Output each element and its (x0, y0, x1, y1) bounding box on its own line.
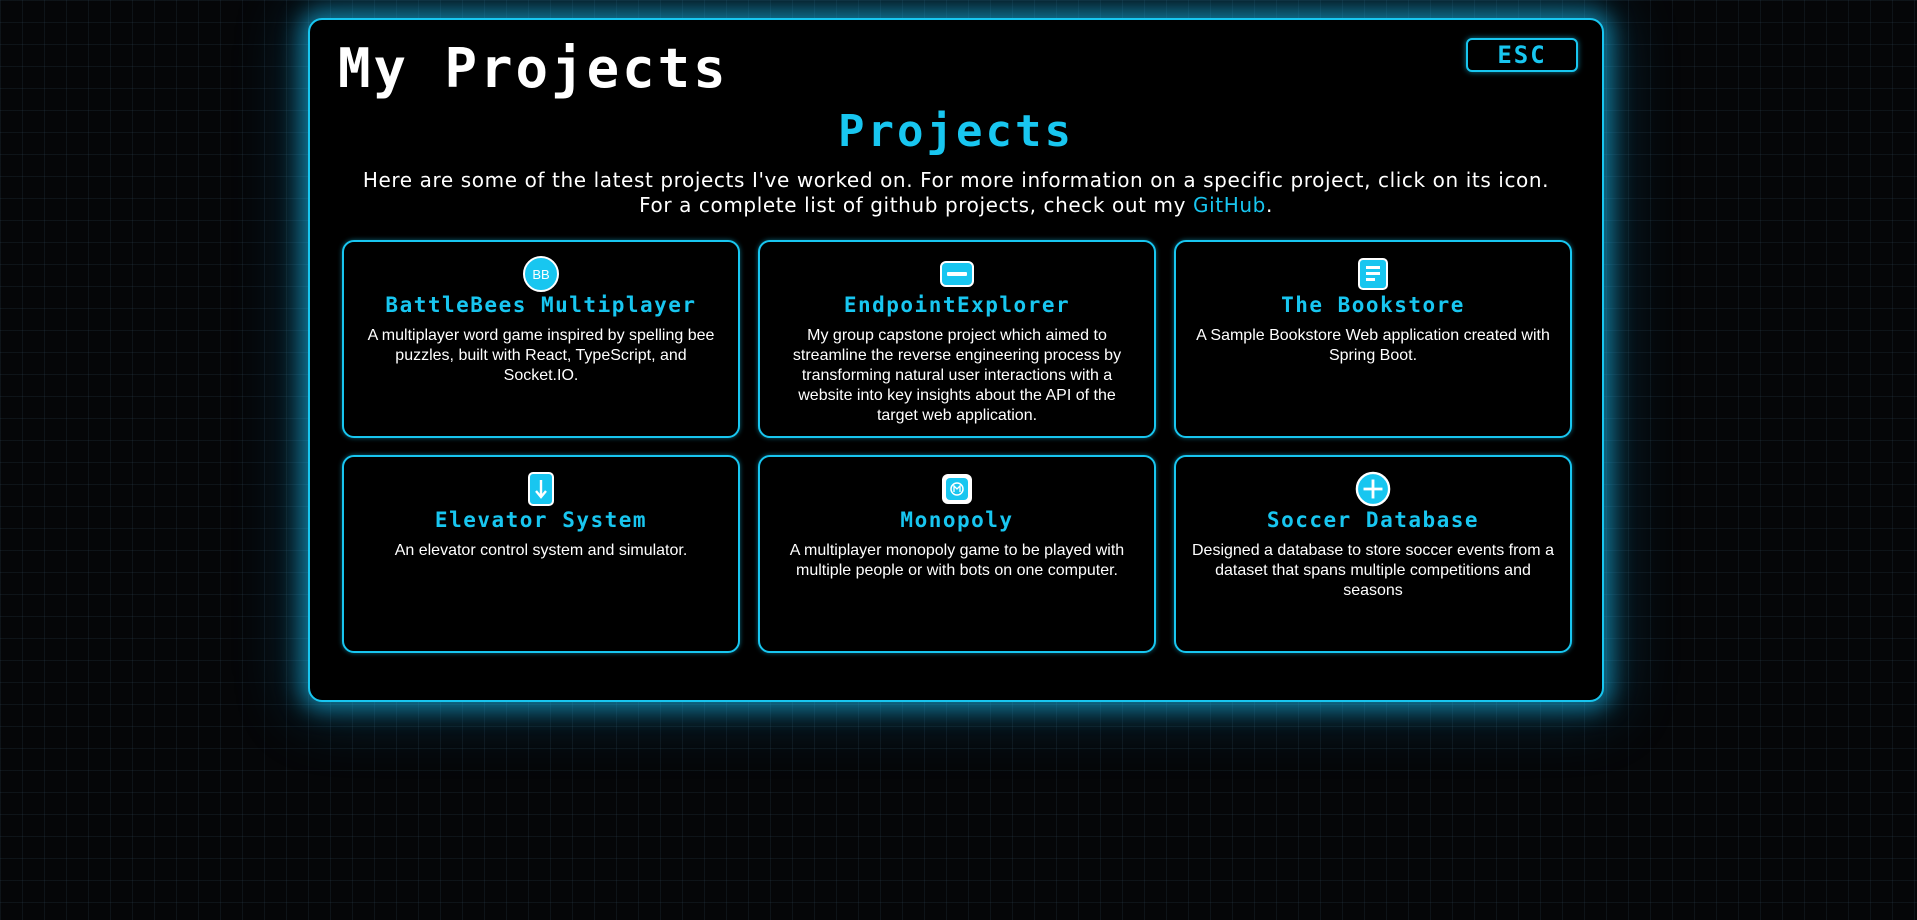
plus-circle-icon[interactable] (1355, 471, 1391, 507)
document-icon[interactable] (1355, 256, 1391, 292)
project-description: A Sample Bookstore Web application creat… (1196, 327, 1550, 365)
project-card-monopoly[interactable]: Monopoly A multiplayer monopoly game to … (758, 455, 1156, 653)
battlebees-logo-badge: BB (523, 256, 559, 292)
project-card-battlebees[interactable]: BB BattleBees Multiplayer A multiplayer … (342, 240, 740, 438)
project-title: EndpointExplorer (843, 293, 1071, 317)
esc-button[interactable]: ESC (1466, 38, 1578, 72)
project-description: A multiplayer word game inspired by spel… (367, 327, 715, 385)
window-title: My Projects (338, 37, 729, 100)
project-description: Designed a database to store soccer even… (1192, 542, 1554, 600)
project-description: An elevator control system and simulator… (394, 542, 688, 560)
battlebees-logo-icon[interactable]: BB (523, 256, 559, 292)
project-card-bookstore[interactable]: The Bookstore A Sample Bookstore Web app… (1174, 240, 1572, 438)
intro-text: Here are some of the latest projects I'v… (350, 168, 1562, 218)
intro-text-before: Here are some of the latest projects I'v… (362, 168, 1550, 217)
project-title: The Bookstore (1281, 293, 1465, 317)
api-endpoint-icon[interactable] (939, 256, 975, 292)
project-title: Elevator System (434, 508, 648, 532)
project-title: BattleBees Multiplayer (385, 293, 697, 317)
project-description: My group capstone project which aimed to… (792, 327, 1122, 425)
section-heading: Projects (838, 106, 1074, 157)
project-card-soccer[interactable]: Soccer Database Designed a database to s… (1174, 455, 1572, 653)
projects-window: My Projects ESC Projects Here are some o… (308, 18, 1604, 702)
project-grid: BB BattleBees Multiplayer A multiplayer … (342, 240, 1574, 653)
github-link[interactable]: GitHub (1193, 193, 1266, 217)
project-card-endpointexplorer[interactable]: EndpointExplorer My group capstone proje… (758, 240, 1156, 438)
monopoly-icon[interactable] (939, 471, 975, 507)
intro-text-after: . (1265, 193, 1273, 217)
project-description: A multiplayer monopoly game to be played… (789, 542, 1125, 580)
project-card-elevator[interactable]: Elevator System An elevator control syst… (342, 455, 740, 653)
project-title: Monopoly (900, 508, 1014, 532)
project-title: Soccer Database (1266, 508, 1480, 532)
elevator-down-icon[interactable] (523, 471, 559, 507)
